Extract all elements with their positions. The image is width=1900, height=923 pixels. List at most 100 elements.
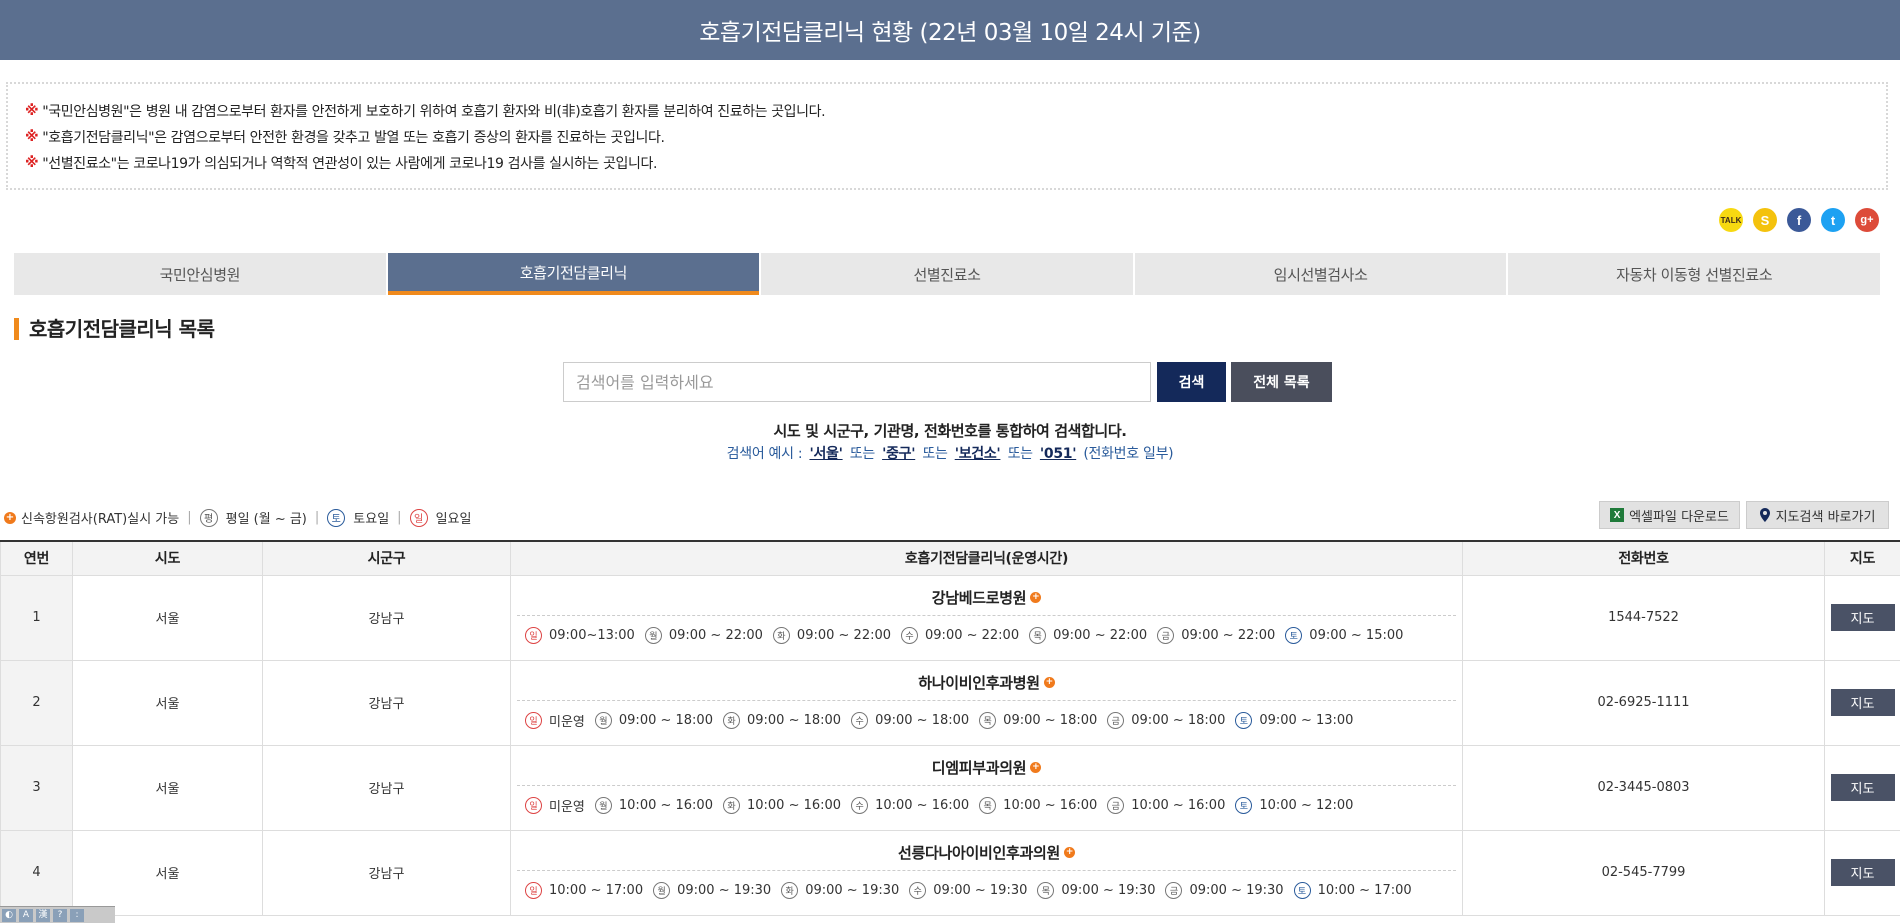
operating-hours: 일 10:00 ~ 17:00 월 09:00 ~ 19:30 화 09:00 ~ 19:…	[511, 871, 1462, 911]
table-row: 1 서울 강남구 강남베드로병원 + 일 09:00~13:00 월 09:00 ~ 22:00…	[0, 574, 1900, 661]
example-or: 또는	[922, 446, 948, 462]
notice-line: ※ "선별진료소"는 코로나19가 의심되거나 역학적 연관성이 있는 사람에게…	[25, 150, 1886, 176]
tab-respiratory-clinic[interactable]: 호흡기전담클리닉	[387, 253, 760, 295]
tab-temporary-testing[interactable]: 임시선별검사소	[1134, 253, 1507, 295]
excel-download-button[interactable]: X 엑셀파일 다운로드	[1599, 501, 1740, 529]
clinic-name: 선릉다나아이비인후과의원	[897, 843, 1060, 862]
example-or: 또는	[849, 446, 875, 462]
sunday-icon: 일	[525, 627, 542, 644]
tab-screening-center[interactable]: 선별진료소	[761, 253, 1133, 295]
map-button[interactable]: 지도	[1830, 689, 1895, 716]
clinic-name-wrap: 선릉다나아이비인후과의원 +	[517, 835, 1456, 871]
taskbar-icon[interactable]: :	[70, 908, 84, 922]
thursday-icon: 목	[979, 712, 997, 729]
monday-icon: 월	[594, 797, 612, 814]
tuesday-icon: 화	[781, 882, 799, 899]
friday-icon: 금	[1165, 882, 1183, 899]
friday-icon: 금	[1157, 627, 1175, 644]
kakaostory-icon[interactable]: S	[1753, 208, 1777, 232]
hours-sunday: 09:00~13:00	[549, 628, 635, 643]
hours-wednesday: 09:00 ~ 18:00	[875, 713, 970, 728]
cell-map: 지도	[1824, 744, 1900, 831]
share-bar: TALK S f t g+	[1719, 208, 1879, 232]
cell-phone: 02-545-7799	[1462, 829, 1825, 916]
map-button[interactable]: 지도	[1830, 774, 1895, 801]
example-keyword-phone[interactable]: '051'	[1040, 446, 1077, 462]
map-search-button[interactable]: 지도검색 바로가기	[1746, 501, 1889, 529]
thursday-icon: 목	[1029, 627, 1047, 644]
map-search-label: 지도검색 바로가기	[1775, 509, 1876, 525]
rat-available-icon: +	[4, 511, 16, 524]
hours-thursday: 09:00 ~ 18:00	[1003, 713, 1098, 728]
cell-no: 1	[0, 574, 73, 661]
notice-line: ※ "호흡기전담클리닉"은 감염으로부터 안전한 환경을 갖추고 발열 또는 호…	[25, 124, 1886, 150]
twitter-icon[interactable]: t	[1821, 208, 1845, 232]
facebook-icon[interactable]: f	[1787, 208, 1811, 232]
saturday-icon: 토	[1293, 882, 1311, 899]
example-keyword-junggu[interactable]: '중구'	[882, 446, 915, 462]
cell-sido: 서울	[72, 574, 263, 661]
excel-download-label: 엑셀파일 다운로드	[1629, 509, 1729, 525]
cell-sigungu: 강남구	[262, 574, 511, 661]
cell-phone: 02-3445-0803	[1462, 744, 1825, 831]
example-keyword-seoul[interactable]: '서울'	[809, 446, 842, 462]
operating-hours: 일 미운영 월 10:00 ~ 16:00 화 10:00 ~ 16:00 수 10:00 ~…	[511, 786, 1462, 826]
table-row: 2 서울 강남구 하나이비인후과병원 + 일 미운영 월 09:00 ~ 18:00 화 09:00…	[0, 659, 1900, 746]
tab-drive-thru[interactable]: 자동차 이동형 선별진료소	[1508, 253, 1880, 295]
hours-sunday: 미운영	[549, 800, 585, 815]
cell-sigungu: 강남구	[262, 659, 511, 746]
cell-no: 3	[0, 744, 73, 831]
excel-icon: X	[1610, 508, 1625, 522]
cell-sigungu: 강남구	[262, 744, 511, 831]
tab-safe-hospital[interactable]: 국민안심병원	[14, 253, 386, 295]
sunday-icon: 일	[525, 712, 542, 729]
hours-friday: 09:00 ~ 19:30	[1189, 883, 1284, 898]
hours-saturday: 09:00 ~ 15:00	[1309, 628, 1404, 643]
notice-text: "선별진료소"는 코로나19가 의심되거나 역학적 연관성이 있는 사람에게 코…	[42, 156, 658, 172]
friday-icon: 금	[1107, 797, 1125, 814]
view-all-button[interactable]: 전체 목록	[1231, 362, 1332, 402]
kakaotalk-icon[interactable]: TALK	[1719, 208, 1743, 232]
clinic-table: 연번 시도 시군구 호흡기전담클리닉(운영시간) 전화번호 지도 1 서울 강남구 강…	[0, 540, 1900, 916]
example-suffix: (전화번호 일부)	[1083, 446, 1174, 462]
header-no: 연번	[0, 540, 73, 576]
hours-wednesday: 10:00 ~ 16:00	[875, 798, 970, 813]
cell-clinic: 디엠피부과의원 + 일 미운영 월 10:00 ~ 16:00 화 10:00 ~ 16:00…	[510, 744, 1463, 831]
search-button[interactable]: 검색	[1157, 362, 1226, 402]
page-header: 호흡기전담클리닉 현황 (22년 03월 10일 24시 기준)	[0, 0, 1900, 60]
search-guide: 시도 및 시군구, 기관명, 전화번호를 통합하여 검색합니다.	[773, 422, 1127, 440]
taskbar-icon[interactable]: 漢	[36, 908, 50, 922]
sunday-icon: 일	[409, 508, 428, 527]
map-button[interactable]: 지도	[1830, 859, 1895, 886]
tuesday-icon: 화	[722, 797, 740, 814]
sunday-icon: 일	[525, 882, 542, 899]
reference-mark-icon: ※	[25, 103, 39, 119]
hours-saturday: 10:00 ~ 17:00	[1317, 883, 1412, 898]
cell-sido: 서울	[72, 829, 263, 916]
taskbar-icon[interactable]: A	[19, 908, 33, 922]
example-keyword-health-center[interactable]: '보건소'	[955, 446, 1001, 462]
map-button[interactable]: 지도	[1830, 604, 1895, 631]
search-example: 검색어 예시 : '서울' 또는 '중구' 또는 '보건소' 또는 '051' …	[0, 443, 1900, 463]
legend-separator: |	[187, 510, 192, 525]
hours-friday: 09:00 ~ 18:00	[1131, 713, 1226, 728]
hours-monday: 09:00 ~ 22:00	[668, 628, 763, 643]
taskbar-icon[interactable]: ◐	[2, 908, 16, 922]
wednesday-icon: 수	[901, 627, 919, 644]
header-phone: 전화번호	[1462, 540, 1825, 576]
table-row: 3 서울 강남구 디엠피부과의원 + 일 미운영 월 10:00 ~ 16:00 화 10:00 ~…	[0, 744, 1900, 831]
thursday-icon: 목	[979, 797, 997, 814]
hours-saturday: 09:00 ~ 13:00	[1259, 713, 1354, 728]
friday-icon: 금	[1107, 712, 1125, 729]
search-input[interactable]	[563, 362, 1151, 402]
cell-map: 지도	[1824, 829, 1900, 916]
google-plus-icon[interactable]: g+	[1855, 208, 1879, 232]
clinic-name: 하나이비인후과병원	[918, 673, 1040, 692]
operating-hours: 일 미운영 월 09:00 ~ 18:00 화 09:00 ~ 18:00 수 09:00 ~…	[511, 701, 1462, 741]
sunday-icon: 일	[525, 797, 542, 814]
map-pin-icon	[1759, 508, 1770, 522]
page-title: 호흡기전담클리닉 현황 (22년 03월 10일 24시 기준)	[699, 20, 1201, 46]
legend-separator: |	[397, 510, 402, 525]
taskbar-icon[interactable]: ?	[53, 908, 67, 922]
header-sido: 시도	[72, 540, 263, 576]
